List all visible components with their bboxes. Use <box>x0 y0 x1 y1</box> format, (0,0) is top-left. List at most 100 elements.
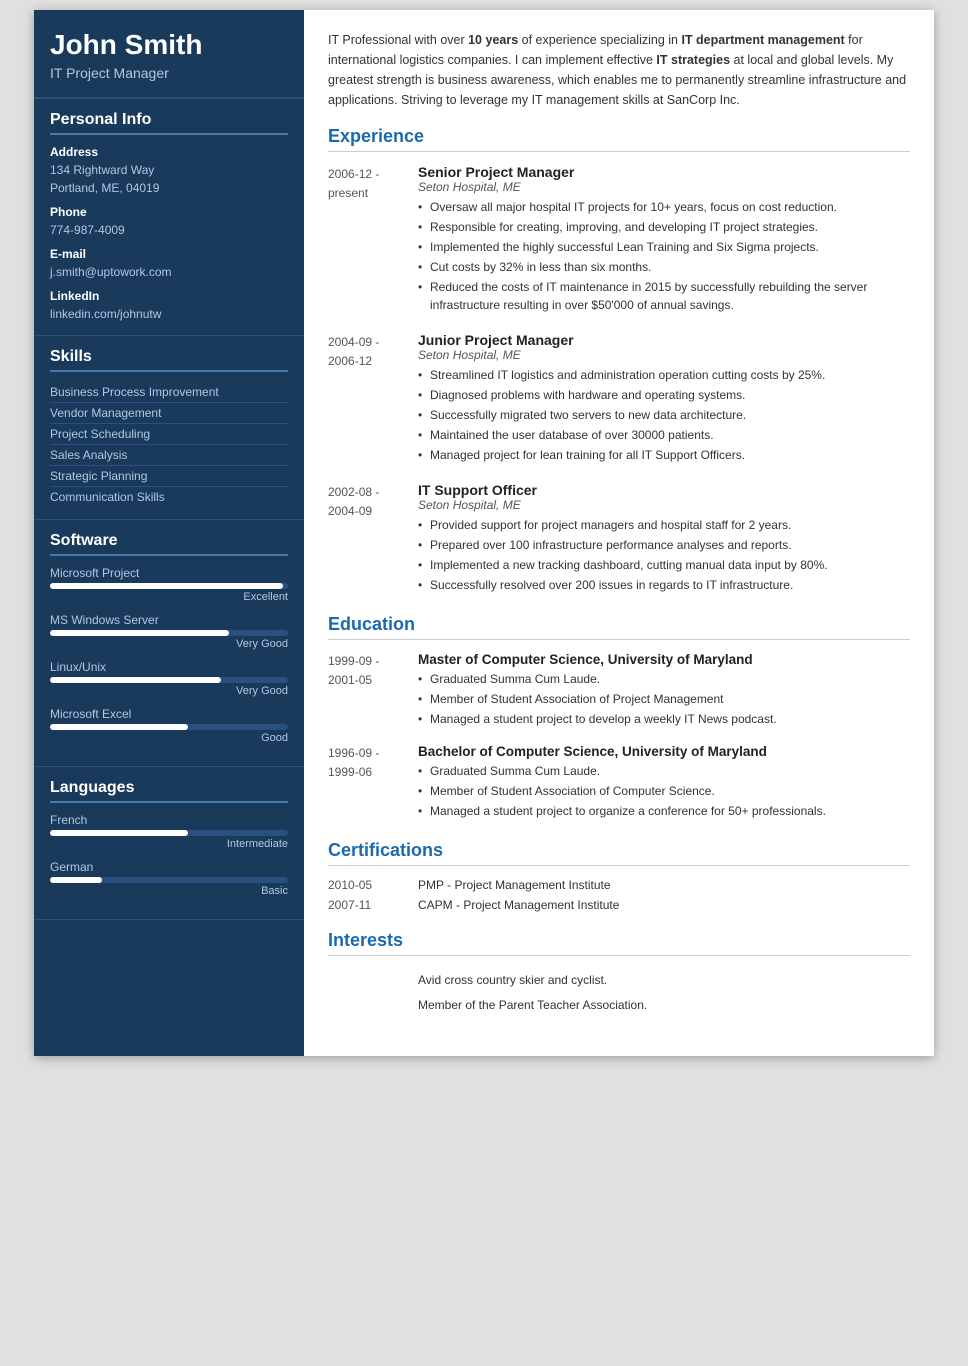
software-bar-bg <box>50 724 288 730</box>
exp-content: Senior Project Manager Seton Hospital, M… <box>418 164 910 316</box>
exp-bullets: Oversaw all major hospital IT projects f… <box>418 198 910 314</box>
software-name: MS Windows Server <box>50 613 288 627</box>
software-section: Software Microsoft Project Excellent MS … <box>34 520 304 767</box>
software-level: Very Good <box>50 638 288 650</box>
languages-heading: Languages <box>50 779 288 803</box>
bullet-item: Graduated Summa Cum Laude. <box>418 670 910 688</box>
phone-value: 774-987-4009 <box>50 221 288 239</box>
personal-info-heading: Personal Info <box>50 111 288 135</box>
exp-content: IT Support Officer Seton Hospital, ME Pr… <box>418 482 910 596</box>
language-item: French Intermediate <box>50 813 288 850</box>
bullet-item: Implemented the highly successful Lean T… <box>418 238 910 256</box>
exp-content: Junior Project Manager Seton Hospital, M… <box>418 332 910 466</box>
bullet-item: Implemented a new tracking dashboard, cu… <box>418 556 910 574</box>
exp-bullets: Provided support for project managers an… <box>418 516 910 594</box>
skills-heading: Skills <box>50 348 288 372</box>
edu-date: 1996-09 -1999-06 <box>328 744 418 822</box>
cert-value: PMP - Project Management Institute <box>418 878 611 892</box>
interests-section: Interests Avid cross country skier and c… <box>328 930 910 1018</box>
linkedin-value: linkedin.com/johnutw <box>50 305 288 323</box>
edu-degree: Bachelor of Computer Science, University… <box>418 744 910 759</box>
bullet-item: Member of Student Association of Project… <box>418 690 910 708</box>
software-level: Excellent <box>50 591 288 603</box>
cert-entry: 2007-11 CAPM - Project Management Instit… <box>328 898 910 912</box>
education-entry: 1996-09 -1999-06 Bachelor of Computer Sc… <box>328 744 910 822</box>
certifications-list: 2010-05 PMP - Project Management Institu… <box>328 878 910 912</box>
edu-degree: Master of Computer Science, University o… <box>418 652 910 667</box>
software-item: Microsoft Project Excellent <box>50 566 288 603</box>
software-bar-fill <box>50 724 188 730</box>
bullet-item: Diagnosed problems with hardware and ope… <box>418 386 910 404</box>
cert-value: CAPM - Project Management Institute <box>418 898 619 912</box>
bullet-item: Cut costs by 32% in less than six months… <box>418 258 910 276</box>
language-name: German <box>50 860 288 874</box>
software-name: Microsoft Excel <box>50 707 288 721</box>
language-item: German Basic <box>50 860 288 897</box>
software-bar-bg <box>50 583 288 589</box>
exp-job-title: Junior Project Manager <box>418 332 910 348</box>
address-label: Address <box>50 145 288 159</box>
personal-info-section: Personal Info Address 134 Rightward Way … <box>34 99 304 336</box>
software-name: Microsoft Project <box>50 566 288 580</box>
experience-heading: Experience <box>328 126 910 152</box>
software-bar-fill <box>50 630 229 636</box>
exp-job-title: IT Support Officer <box>418 482 910 498</box>
experience-entry: 2004-09 -2006-12 Junior Project Manager … <box>328 332 910 466</box>
language-name: French <box>50 813 288 827</box>
experience-entry: 2002-08 -2004-09 IT Support Officer Seto… <box>328 482 910 596</box>
bullet-item: Managed a student project to organize a … <box>418 802 910 820</box>
exp-job-title: Senior Project Manager <box>418 164 910 180</box>
experience-entry: 2006-12 -present Senior Project Manager … <box>328 164 910 316</box>
linkedin-label: LinkedIn <box>50 289 288 303</box>
skill-item: Communication Skills <box>50 487 288 507</box>
bullet-item: Responsible for creating, improving, and… <box>418 218 910 236</box>
software-level: Good <box>50 732 288 744</box>
interest-item: Avid cross country skier and cyclist. <box>328 968 910 993</box>
software-item: MS Windows Server Very Good <box>50 613 288 650</box>
language-bar-bg <box>50 877 288 883</box>
exp-date: 2002-08 -2004-09 <box>328 482 418 596</box>
bullet-item: Managed project for lean training for al… <box>418 446 910 464</box>
exp-company: Seton Hospital, ME <box>418 180 910 194</box>
email-value: j.smith@uptowork.com <box>50 263 288 281</box>
skill-item: Vendor Management <box>50 403 288 424</box>
skill-item: Project Scheduling <box>50 424 288 445</box>
address-line2: Portland, ME, 04019 <box>50 179 288 197</box>
interests-list: Avid cross country skier and cyclist.Mem… <box>328 968 910 1018</box>
bullet-item: Graduated Summa Cum Laude. <box>418 762 910 780</box>
software-bar-bg <box>50 630 288 636</box>
bullet-item: Successfully resolved over 200 issues in… <box>418 576 910 594</box>
certifications-heading: Certifications <box>328 840 910 866</box>
edu-bullets: Graduated Summa Cum Laude. Member of Stud… <box>418 670 910 728</box>
exp-company: Seton Hospital, ME <box>418 348 910 362</box>
experience-section: Experience 2006-12 -present Senior Proje… <box>328 126 910 596</box>
cert-date: 2007-11 <box>328 898 418 912</box>
edu-content: Bachelor of Computer Science, University… <box>418 744 910 822</box>
candidate-title: IT Project Manager <box>50 65 288 81</box>
certifications-section: Certifications 2010-05 PMP - Project Man… <box>328 840 910 912</box>
software-item: Linux/Unix Very Good <box>50 660 288 697</box>
bullet-item: Reduced the costs of IT maintenance in 2… <box>418 278 910 314</box>
edu-date: 1999-09 -2001-05 <box>328 652 418 730</box>
skill-item: Strategic Planning <box>50 466 288 487</box>
software-list: Microsoft Project Excellent MS Windows S… <box>50 566 288 744</box>
software-level: Very Good <box>50 685 288 697</box>
bullet-item: Streamlined IT logistics and administrat… <box>418 366 910 384</box>
summary-section: IT Professional with over 10 years of ex… <box>328 30 910 110</box>
software-bar-bg <box>50 677 288 683</box>
languages-list: French Intermediate German Basic <box>50 813 288 897</box>
skills-list: Business Process ImprovementVendor Manag… <box>50 382 288 507</box>
sidebar-header: John Smith IT Project Manager <box>34 10 304 99</box>
exp-company: Seton Hospital, ME <box>418 498 910 512</box>
interests-heading: Interests <box>328 930 910 956</box>
skill-item: Sales Analysis <box>50 445 288 466</box>
language-bar-bg <box>50 830 288 836</box>
language-level: Basic <box>50 885 288 897</box>
bullet-item: Provided support for project managers an… <box>418 516 910 534</box>
language-bar-fill <box>50 877 102 883</box>
main-content: IT Professional with over 10 years of ex… <box>304 10 934 1056</box>
software-name: Linux/Unix <box>50 660 288 674</box>
education-entry: 1999-09 -2001-05 Master of Computer Scie… <box>328 652 910 730</box>
software-item: Microsoft Excel Good <box>50 707 288 744</box>
language-bar-fill <box>50 830 188 836</box>
